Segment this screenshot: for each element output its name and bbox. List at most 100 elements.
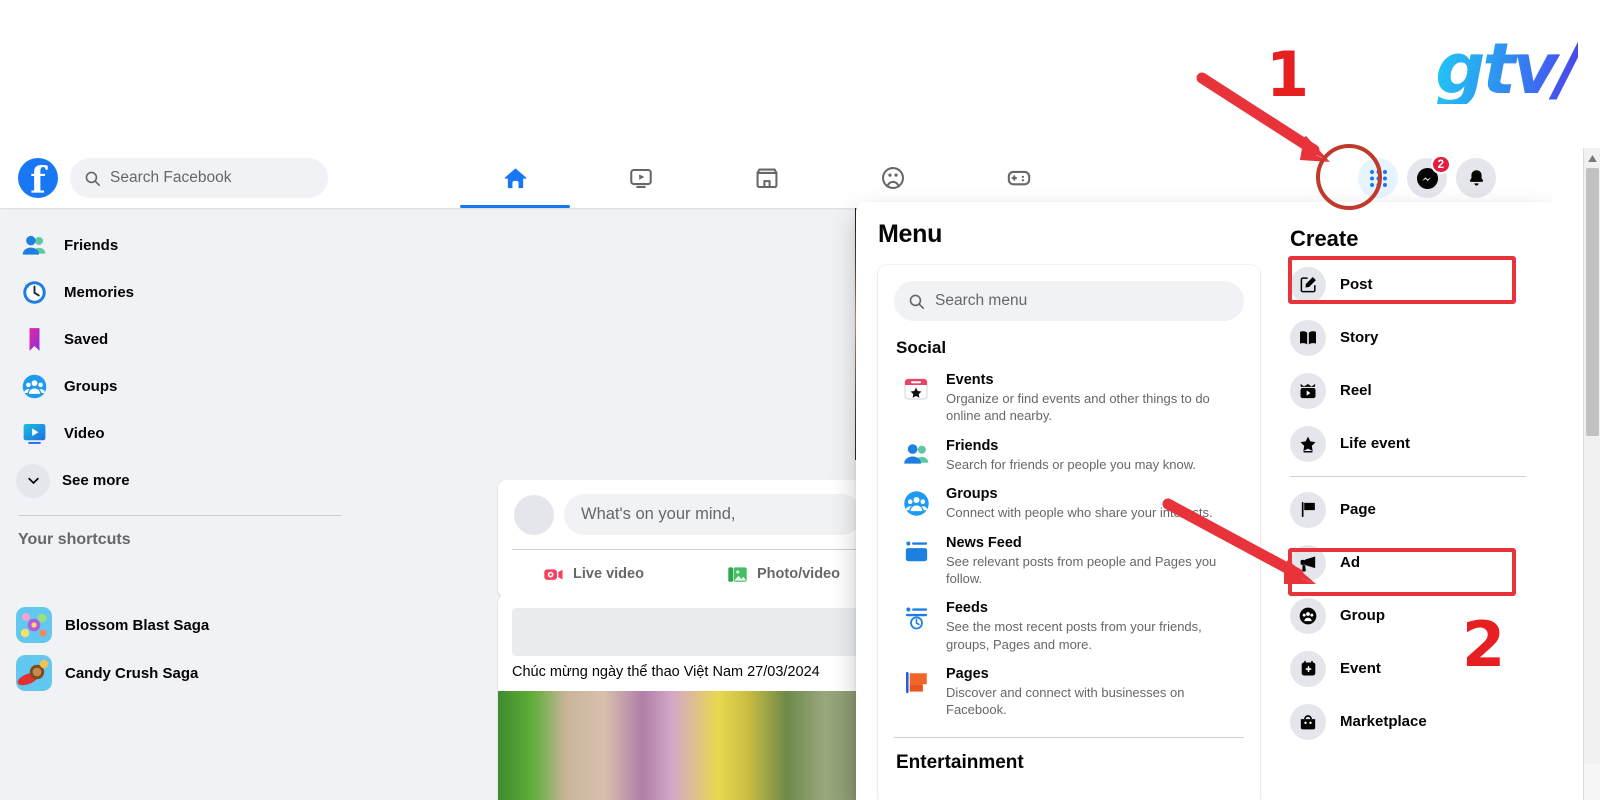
scroll-up-arrow-icon[interactable] [1584,150,1600,166]
composer-photo-video-button[interactable]: Photo/video [688,563,878,586]
create-item-label: Story [1340,329,1379,346]
create-item-page[interactable]: Page [1280,483,1534,536]
nav-tab-gaming[interactable] [956,148,1082,208]
news-feed-column: What's on your mind, Live video Photo/vi… [455,208,878,800]
sidebar-item-label: Groups [64,378,118,395]
facebook-logo-icon[interactable]: f [18,158,58,199]
sidebar-item-label: Video [64,425,105,442]
groups-icon [882,167,904,189]
menu-item-title: Events [946,372,994,388]
menu-item-description: Connect with people who share your inter… [946,505,1213,521]
shortcuts-heading: Your shortcuts [18,531,131,548]
friends-icon [16,228,52,264]
group-circle-icon [1290,597,1326,634]
sidebar-item-label: See more [62,472,130,489]
star-icon [1290,425,1326,462]
create-item-reel[interactable]: Reel [1280,364,1534,417]
messenger-button[interactable]: 2 [1407,155,1451,198]
composer-live-video-button[interactable]: Live video [498,563,688,586]
composer-input[interactable]: What's on your mind, [564,494,862,535]
page-header-band: gtv∕ [0,0,1600,148]
create-title-highlight-box [1288,256,1516,304]
home-icon [504,167,526,188]
photo-video-icon [728,566,747,582]
menu-item-title: Feeds [946,600,988,617]
create-item-label: Event [1340,660,1381,677]
bookmark-icon [16,322,52,358]
bell-icon [1469,169,1483,186]
sidebar-item-saved[interactable]: Saved [8,316,352,363]
create-item-story[interactable]: Story [1280,311,1534,364]
menu-section-heading-entertainment: Entertainment [896,751,1024,773]
active-tab-indicator [460,205,570,208]
sidebar-item-label: Memories [64,284,135,301]
chevron-down-icon [16,463,50,498]
create-item-label: Group [1340,607,1385,624]
create-item-label: Marketplace [1340,713,1427,730]
shortcut-blossom-blast-saga[interactable]: Blossom Blast Saga [8,601,352,649]
sidebar-item-see-more[interactable]: See more [8,457,352,504]
blossom-blast-saga-icon [16,607,52,643]
nav-tab-video[interactable] [578,148,704,208]
shop-icon [756,168,778,189]
menu-item-title: Friends [946,437,999,454]
events-icon [898,371,934,407]
nav-tab-groups[interactable] [830,148,956,208]
scrollbar-thumb[interactable] [1586,168,1599,436]
nav-tab-marketplace[interactable] [704,148,830,208]
composer-action-label: Live video [573,566,644,582]
shortcut-candy-crush-saga[interactable]: Candy Crush Saga [8,649,352,697]
sidebar-item-video[interactable]: Video [8,410,352,457]
sidebar-item-groups[interactable]: Groups [8,363,352,410]
annotation-step-2: 2 [1462,608,1506,681]
grid-icon-highlight-circle [1316,144,1382,210]
post-composer: What's on your mind, Live video Photo/vi… [498,480,878,598]
clock-icon [16,275,52,311]
search-icon [85,171,101,186]
menu-item-description: Discover and connect with businesses on … [946,685,1185,718]
sidebar-item-label: Saved [64,331,109,348]
sidebar-item-label: Friends [64,237,119,254]
shortcut-label: Blossom Blast Saga [65,616,210,634]
post-header-placeholder [512,608,864,656]
menu-left-column: Menu Search menu Social Events Organize … [856,202,1276,800]
menu-item-feeds[interactable]: Feeds See the most recent posts from you… [894,593,1244,659]
sidebar-divider [18,515,342,516]
pages-icon [898,665,934,701]
news-feed-icon [898,534,934,570]
composer-actions: Live video Photo/video [498,550,878,598]
post-image[interactable] [498,691,878,800]
avatar[interactable] [514,494,554,535]
menu-item-body: Events Organize or find events and other… [946,371,1238,425]
menu-section-divider [894,736,1244,738]
book-icon [1290,319,1326,356]
gtv-logo: gtv∕ [1435,28,1578,110]
menu-item-friends[interactable]: Friends Search for friends or people you… [894,431,1244,479]
create-item-marketplace[interactable]: Marketplace [1280,695,1534,748]
menu-title: Menu [878,220,943,248]
create-page-highlight-box [1288,548,1516,596]
menu-item-title: News Feed [946,534,1022,551]
menu-search-input[interactable]: Search menu [894,281,1244,321]
menu-item-description: Organize or find events and other things… [946,391,1210,424]
menu-item-events[interactable]: Events Organize or find events and other… [894,365,1244,431]
left-sidebar: Friends Memories Saved Groups Video See … [0,208,360,800]
screenshot-root: gtv∕ f Search Facebook 2 Friends Memorie… [0,0,1600,800]
marketplace-icon [1290,703,1326,740]
event-plus-icon [1290,650,1326,687]
notifications-button[interactable] [1456,158,1496,198]
search-facebook-input[interactable]: Search Facebook [70,158,328,198]
create-item-life-event[interactable]: Life event [1280,417,1534,470]
create-item-label: Reel [1340,382,1372,399]
groups-icon [898,485,934,521]
menu-item-groups[interactable]: Groups Connect with people who share you… [894,479,1244,527]
vertical-scrollbar[interactable] [1583,148,1600,800]
sidebar-item-friends[interactable]: Friends [8,222,352,269]
video-icon [630,168,652,189]
search-icon [909,294,925,309]
menu-item-news-feed[interactable]: News Feed See relevant posts from people… [894,528,1244,594]
sidebar-item-memories[interactable]: Memories [8,269,352,316]
nav-tab-home[interactable] [452,148,578,208]
menu-item-pages[interactable]: Pages Discover and connect with business… [894,659,1244,725]
menu-item-description: See the most recent posts from your frie… [946,619,1202,652]
